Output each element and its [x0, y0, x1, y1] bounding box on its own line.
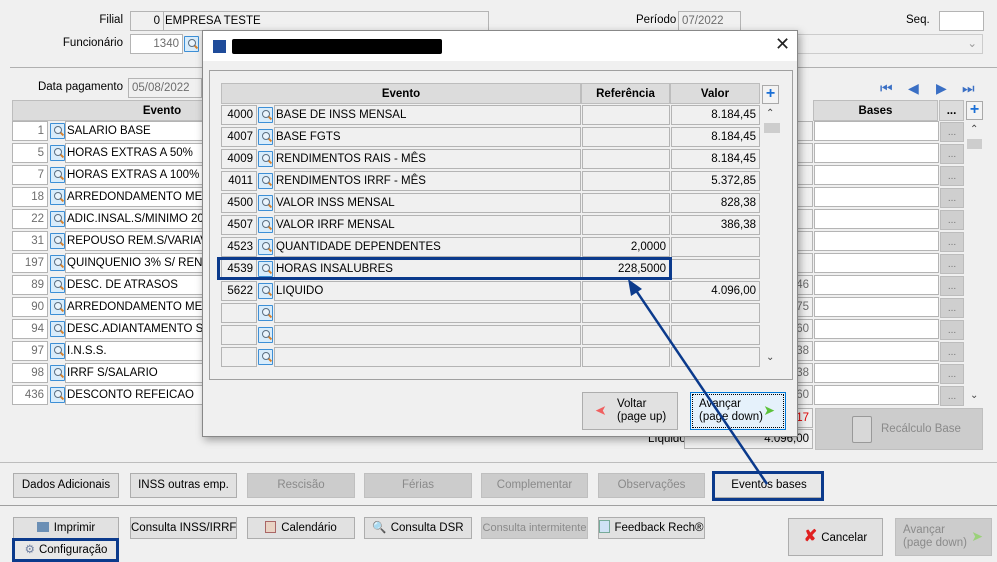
annotation-arrowhead [628, 279, 642, 296]
annotation-arrow [628, 279, 769, 485]
annotation-arrow-line [631, 285, 769, 485]
